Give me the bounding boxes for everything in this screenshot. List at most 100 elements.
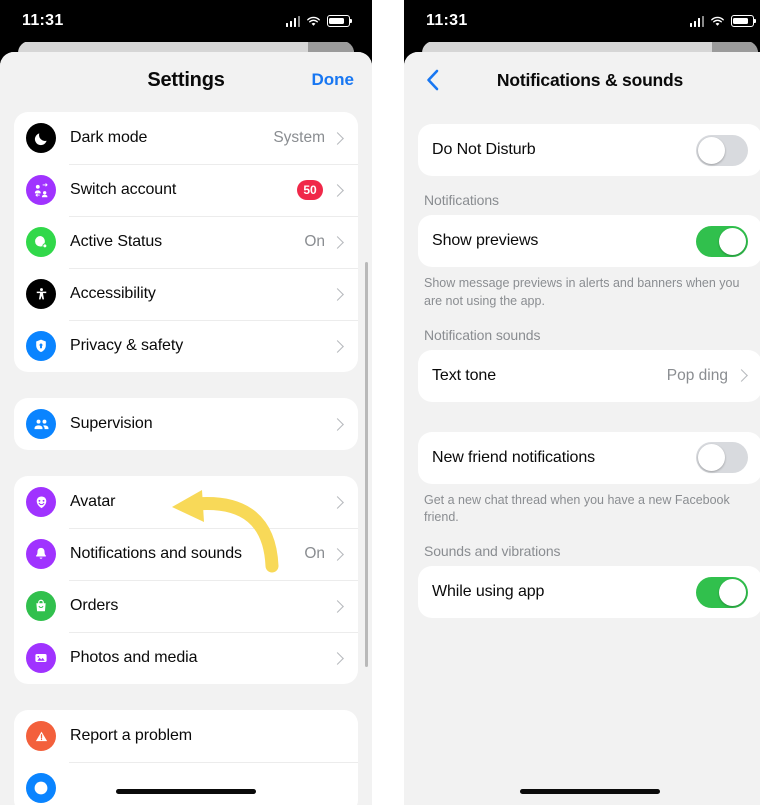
section-text-tone: Text tone Pop ding [418, 349, 760, 402]
section-do-not-disturb: Do Not Disturb [418, 124, 760, 176]
while-using-app-toggle[interactable] [696, 576, 748, 608]
row-new-friend-notifications[interactable]: New friend notifications [418, 431, 760, 484]
sidebar-item-orders[interactable]: Orders [14, 580, 358, 632]
row-label: Do Not Disturb [432, 141, 536, 158]
sidebar-item-avatar[interactable]: Avatar [14, 476, 358, 528]
chevron-right-icon [331, 651, 344, 665]
row-label: Supervision [70, 415, 153, 432]
chevron-right-icon [331, 599, 344, 613]
section-show-previews: Show previews [418, 215, 760, 267]
section-new-friend-notifications: New friend notifications [418, 431, 760, 484]
accessibility-icon [26, 279, 56, 309]
section-header-notifications: Notifications [424, 192, 499, 208]
row-do-not-disturb[interactable]: Do Not Disturb [418, 124, 760, 176]
sidebar-item-accessibility[interactable]: Accessibility [14, 268, 358, 320]
sidebar-item-dark-mode[interactable]: Dark mode System [14, 112, 358, 164]
photos-media-icon [26, 643, 56, 673]
status-bar-right: 11:31 [404, 0, 760, 42]
row-value: Pop ding [666, 366, 728, 384]
row-label: Orders [70, 597, 119, 614]
active-status-icon [26, 227, 56, 257]
settings-sheet: Settings Done Dark mode System Switch ac… [0, 52, 372, 805]
notifications-scroll-body[interactable]: Do Not Disturb Notifications Show previe… [404, 108, 760, 805]
section-while-using-app: While using app [418, 566, 760, 618]
settings-nav-bar: Settings Done [0, 52, 372, 108]
chevron-right-icon [331, 339, 344, 353]
scrollbar-thumb[interactable] [365, 262, 368, 667]
row-label: Report a problem [70, 727, 193, 744]
row-label: New friend notifications [432, 448, 596, 466]
report-problem-icon [26, 721, 56, 751]
row-text-tone[interactable]: Text tone Pop ding [418, 349, 760, 402]
battery-icon [327, 15, 352, 27]
row-value: On [304, 233, 325, 250]
chevron-right-icon [331, 183, 344, 197]
page-title: Settings [147, 68, 225, 91]
panel-gutter [372, 0, 388, 805]
chevron-right-icon [331, 235, 344, 249]
page-title: Notifications & sounds [496, 69, 684, 90]
chevron-right-icon [735, 369, 748, 382]
row-label: Text tone [432, 366, 497, 384]
battery-icon [731, 15, 756, 27]
do-not-disturb-toggle[interactable] [696, 134, 748, 166]
bell-icon [26, 539, 56, 569]
chevron-left-icon [427, 69, 439, 91]
wifi-icon [711, 16, 724, 26]
settings-group-1: Dark mode System Switch account 50 Activ… [14, 112, 358, 372]
section-header-sounds-and-vibrations: Sounds and vibrations [424, 543, 561, 559]
new-friend-notifications-toggle[interactable] [696, 442, 748, 473]
section-header-notification-sounds: Notification sounds [424, 326, 541, 343]
settings-scroll-body[interactable]: Dark mode System Switch account 50 Activ… [0, 108, 372, 805]
status-bar-clock: 11:31 [426, 12, 468, 29]
done-button[interactable]: Done [312, 70, 355, 90]
status-bar-left: 11:31 [0, 0, 372, 42]
moon-icon [26, 123, 56, 153]
privacy-shield-icon [26, 331, 56, 361]
chevron-right-icon [331, 287, 344, 301]
row-label: Dark mode [70, 129, 148, 146]
row-label: Switch account [70, 181, 177, 198]
back-button[interactable] [420, 67, 446, 93]
status-bar-indicators [285, 15, 352, 27]
status-badge: 50 [297, 180, 323, 200]
row-value: System [273, 129, 325, 146]
row-label: While using app [432, 583, 545, 600]
section-note-show-previews: Show message previews in alerts and bann… [424, 276, 740, 308]
sidebar-item-active-status[interactable]: Active Status On [14, 216, 358, 268]
row-label: Active Status [70, 233, 163, 250]
sidebar-item-switch-account[interactable]: Switch account 50 [14, 164, 358, 216]
notifications-nav-bar: Notifications & sounds [404, 52, 760, 108]
status-bar-clock: 11:31 [22, 12, 64, 29]
sidebar-item-privacy-safety[interactable]: Privacy & safety [14, 320, 358, 372]
wifi-icon [307, 16, 320, 26]
sidebar-item-notifications-and-sounds[interactable]: Notifications and sounds On [14, 528, 358, 580]
chevron-right-icon [331, 417, 344, 431]
home-indicator-right [520, 789, 660, 794]
sidebar-item-report-a-problem[interactable]: Report a problem [14, 710, 358, 762]
section-note-new-friend: Get a new chat thread when you have a ne… [424, 492, 730, 525]
row-while-using-app[interactable]: While using app [418, 566, 760, 618]
row-label: Show previews [432, 232, 539, 249]
cellular-signal-icon [689, 15, 704, 27]
row-value: On [304, 545, 325, 562]
sidebar-item-photos-and-media[interactable]: Photos and media [14, 632, 358, 684]
sidebar-item-supervision[interactable]: Supervision [14, 398, 358, 450]
chevron-right-icon [331, 495, 344, 509]
switch-account-icon [26, 175, 56, 205]
row-label: Photos and media [70, 649, 198, 666]
orders-bag-icon [26, 591, 56, 621]
row-label: Accessibility [70, 285, 156, 302]
avatar-face-icon [26, 487, 56, 517]
dual-phone-screenshot: 11:31 Settings Done Dark mode System Swi… [0, 0, 760, 805]
right-phone-frame: 11:31 Notifications & sounds Do Not Dist… [404, 0, 760, 805]
row-label: Avatar [70, 493, 116, 510]
row-show-previews[interactable]: Show previews [418, 215, 760, 267]
sidebar-item-partial-next[interactable] [14, 762, 358, 805]
settings-group-2: Supervision [14, 398, 358, 450]
row-label: Notifications and sounds [70, 545, 242, 562]
show-previews-toggle[interactable] [696, 225, 748, 257]
chevron-right-icon [331, 131, 344, 145]
cellular-signal-icon [285, 15, 300, 27]
help-circle-icon [26, 773, 56, 803]
